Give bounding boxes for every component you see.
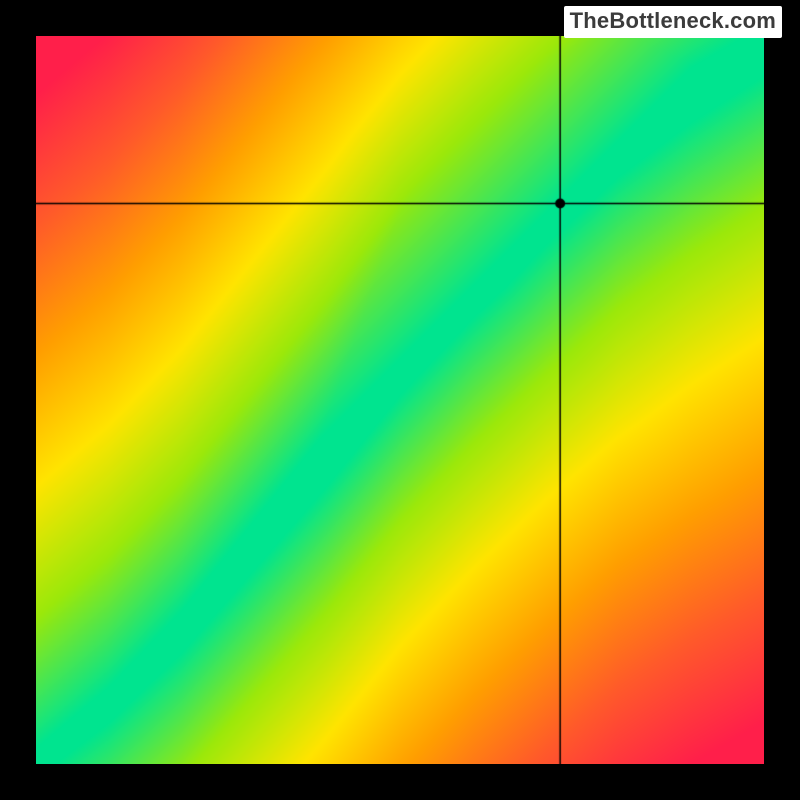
bottleneck-heatmap [36, 36, 764, 764]
watermark-text: TheBottleneck.com [564, 6, 782, 38]
chart-stage: TheBottleneck.com [0, 0, 800, 800]
